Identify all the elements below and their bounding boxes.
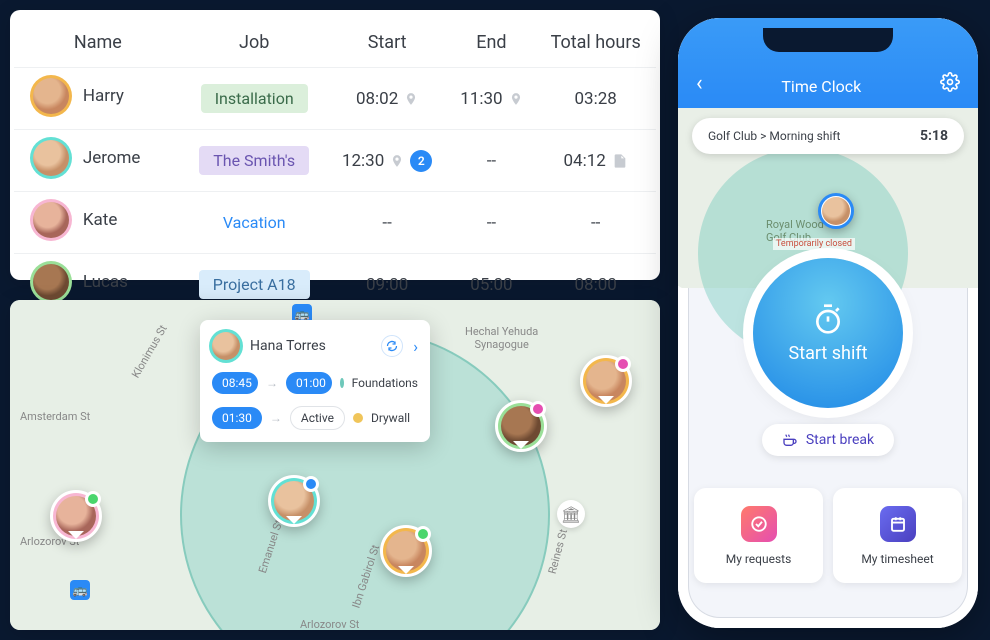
phone-notch — [763, 28, 893, 52]
avatar — [33, 202, 69, 238]
task-color-dot — [340, 378, 344, 388]
end-time: -- — [487, 151, 496, 171]
col-total: Total hours — [535, 20, 656, 68]
total-hours: 04:12 — [563, 151, 627, 171]
start-shift-button[interactable]: Start shift — [753, 258, 903, 408]
bus-stop-icon: 🚌 — [70, 580, 90, 600]
start-break-label: Start break — [806, 432, 874, 448]
employee-name: Kate — [83, 210, 118, 230]
total-hours: -- — [591, 213, 600, 233]
arrow-right-icon: → — [266, 376, 278, 390]
arrow-right-icon: → — [270, 411, 282, 425]
col-start: Start — [327, 20, 448, 68]
start-break-button[interactable]: Start break — [762, 424, 894, 456]
bank-poi-icon: 🏛 — [557, 500, 585, 528]
gear-icon[interactable] — [940, 72, 960, 96]
my-location-pin — [818, 193, 854, 229]
my-timesheet-tile[interactable]: My timesheet — [833, 488, 962, 583]
employee-map-pin[interactable] — [50, 490, 102, 542]
status-dot-break — [615, 356, 631, 372]
time-pill-to: 01:00 — [286, 372, 332, 394]
time-pill-from: 08:45 — [212, 372, 258, 394]
employee-shift-row: 08:45 → 01:00 Foundations — [212, 372, 418, 394]
avatar — [33, 264, 69, 300]
current-shift-bar[interactable]: Golf Club > Morning shift 5:18 — [692, 118, 964, 154]
back-button[interactable]: ‹ — [696, 71, 703, 96]
tile-label: My requests — [726, 552, 792, 566]
my-requests-tile[interactable]: My requests — [694, 488, 823, 583]
employee-map-pin[interactable] — [495, 400, 547, 452]
status-dot-active — [415, 526, 431, 542]
status-dot-badge — [303, 476, 319, 492]
map-poi-status: Temporarily closed — [773, 238, 855, 250]
table-row[interactable]: Harry Installation 08:02 11:30 03:28 — [14, 68, 656, 130]
tile-label: My timesheet — [861, 552, 933, 566]
avatar — [33, 140, 69, 176]
phone-title: Time Clock — [781, 77, 861, 96]
table-row[interactable]: Jerome The Smith's 12:30 2 -- 04:12 — [14, 130, 656, 192]
employee-map-pin[interactable] — [268, 475, 320, 527]
coffee-icon — [782, 432, 798, 448]
avatar — [822, 197, 850, 225]
employee-name: Jerome — [83, 148, 141, 168]
col-name: Name — [14, 20, 182, 68]
phone-tiles: My requests My timesheet — [678, 478, 978, 583]
task-color-dot — [353, 413, 363, 423]
employee-shift-row: 01:30 → Active Drywall — [212, 406, 418, 430]
start-shift-label: Start shift — [789, 343, 868, 364]
avatar — [33, 78, 69, 114]
timesheet-table: Name Job Start End Total hours Harry Inst… — [14, 20, 656, 315]
col-end: End — [448, 20, 536, 68]
start-time: 09:00 — [366, 275, 408, 295]
status-dot-break — [530, 401, 546, 417]
stopwatch-icon — [812, 303, 844, 335]
time-pill-from: 01:30 — [212, 407, 262, 429]
col-job: Job — [182, 20, 327, 68]
requests-icon — [741, 506, 777, 542]
end-time: 11:30 — [460, 89, 522, 109]
timesheet-icon — [880, 506, 916, 542]
end-time: -- — [487, 213, 496, 233]
time-pill-to: Active — [290, 406, 345, 430]
status-dot-active — [85, 491, 101, 507]
employee-popup-name: Hana Torres — [250, 338, 371, 354]
task-label: Drywall — [371, 411, 410, 425]
street-label: Arlozorov St — [300, 618, 359, 630]
total-hours: 08:00 — [574, 275, 616, 295]
task-label: Foundations — [352, 376, 418, 390]
start-time: 08:02 — [356, 89, 418, 109]
street-label: Amsterdam St — [20, 410, 90, 423]
employee-map-pin[interactable] — [380, 525, 432, 577]
start-time: -- — [382, 213, 391, 233]
table-header-row: Name Job Start End Total hours — [14, 20, 656, 68]
table-row[interactable]: Kate Vacation -- -- -- — [14, 192, 656, 254]
job-badge[interactable]: Installation — [201, 84, 308, 113]
timesheet-table-card: Name Job Start End Total hours Harry Inst… — [10, 10, 660, 280]
job-badge[interactable]: The Smith's — [199, 146, 309, 175]
job-badge[interactable]: Project A18 — [199, 270, 310, 299]
team-map-card[interactable]: Klonimus St Amsterdam St Arlozorov St Ar… — [10, 300, 660, 630]
employee-name: Harry — [83, 86, 124, 106]
start-time: 12:30 2 — [342, 150, 432, 172]
job-badge[interactable]: Vacation — [209, 208, 300, 237]
employee-popup: Hana Torres › 08:45 → 01:00 Foundations 01:3… — [200, 320, 430, 442]
phone-mockup: ‹ Time Clock Golf Club > Morning shift 5… — [678, 18, 978, 628]
total-hours: 03:28 — [574, 89, 616, 109]
employee-map-pin[interactable] — [580, 355, 632, 407]
avatar — [212, 332, 240, 360]
sync-icon[interactable] — [381, 335, 403, 357]
end-time: 05:00 — [470, 275, 512, 295]
employee-name: Lucas — [83, 272, 128, 292]
shift-breadcrumb: Golf Club > Morning shift — [708, 129, 841, 143]
shift-duration: 5:18 — [920, 128, 948, 144]
shift-controls: Start shift Start break — [678, 288, 978, 478]
poi-label: Hechal Yehuda Synagogue — [465, 325, 538, 351]
chevron-right-icon[interactable]: › — [413, 337, 418, 356]
count-badge: 2 — [410, 150, 432, 172]
